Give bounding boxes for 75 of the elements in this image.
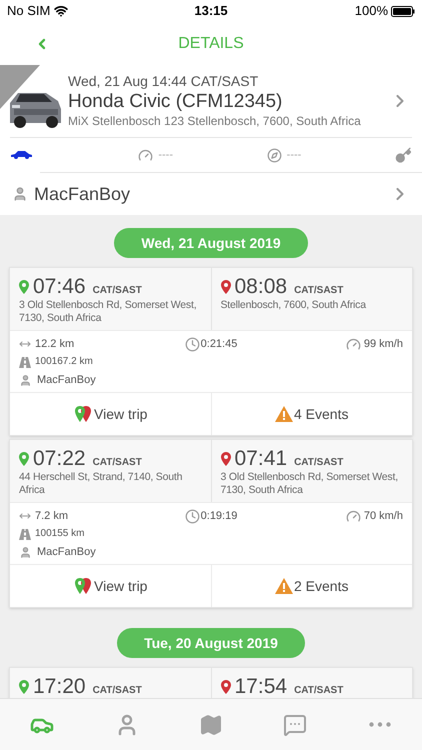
stat-value: ---- xyxy=(286,148,302,163)
trip-time: 17:20 xyxy=(33,676,86,698)
trip-address: 44 Herschell St, Strand, 7140, South Africa xyxy=(19,471,184,497)
trip-address: 3 Old Stellenbosch Rd, Somerset West, 7130, South Africa xyxy=(19,299,198,325)
warning-icon xyxy=(275,578,293,594)
trip-duration: 0:21:45 xyxy=(200,337,238,352)
trip-card[interactable]: 07:22 CAT/SAST 44 Herschell St, Strand, 7140, South Africa 07:41 CAT/SAST 3 Old Stellenbosch Rd, Somerset West, 7130, South Africa 7.2 km 0:19:19 70 km/h 100155 km MacFanBoy View trip 2 Events xyxy=(9,439,413,608)
vehicle-address: MiX Stellenbosch 123 Stellenbosch, 7600, South Africa xyxy=(68,113,362,129)
trip-time: 07:22 xyxy=(33,448,86,470)
clock-icon xyxy=(184,508,200,524)
vehicle-name: Honda Civic (CFM12345) xyxy=(68,90,284,113)
trip-duration: 0:19:19 xyxy=(200,509,238,524)
start-pin-icon xyxy=(19,452,29,466)
events-button[interactable]: 2 Events xyxy=(212,565,412,607)
trip-time: 07:41 xyxy=(234,448,288,470)
time-zone: CAT/SAST xyxy=(294,284,344,298)
start-pin-icon xyxy=(19,680,29,694)
route-pins-icon xyxy=(73,405,94,423)
road-icon xyxy=(19,528,31,540)
trip-time: 17:54 xyxy=(234,676,288,698)
driver-row[interactable]: MacFanBoy xyxy=(0,173,422,215)
trip-time: 08:08 xyxy=(234,276,288,298)
trip-card[interactable]: 17:20 CAT/SAST 17:54 CAT/SAST xyxy=(9,667,413,698)
view-trip-button[interactable]: View trip xyxy=(10,565,210,607)
date-header: Wed, 21 August 2019 xyxy=(114,228,308,258)
trip-address: Stellenbosch, 7600, South Africa xyxy=(220,299,368,312)
end-pin-icon xyxy=(220,680,230,694)
trip-distance: 12.2 km xyxy=(35,337,74,352)
start-pin-icon xyxy=(19,280,29,294)
time-zone: CAT/SAST xyxy=(92,456,142,470)
max-speed: 70 km/h xyxy=(364,509,403,524)
clock-time: 13:15 xyxy=(194,2,228,20)
speedometer-icon xyxy=(346,336,361,352)
compass-icon xyxy=(266,148,282,162)
time-zone: CAT/SAST xyxy=(294,684,344,698)
time-zone: CAT/SAST xyxy=(92,684,142,698)
trip-distance: 7.2 km xyxy=(35,509,68,524)
odometer-reading: 100155 km xyxy=(35,527,84,541)
max-speed: 99 km/h xyxy=(364,337,403,352)
trip-time: 07:46 xyxy=(33,276,86,298)
driver-icon xyxy=(19,374,32,386)
trip-address: 3 Old Stellenbosch Rd, Somerset West, 7130, South Africa xyxy=(220,471,399,497)
speedometer-icon xyxy=(346,508,361,524)
trip-driver: MacFanBoy xyxy=(37,545,96,560)
clock-icon xyxy=(184,336,200,352)
end-pin-icon xyxy=(220,452,230,466)
more-icon xyxy=(368,722,391,727)
time-zone: CAT/SAST xyxy=(92,284,142,298)
view-trip-button[interactable]: View trip xyxy=(10,393,210,435)
events-button[interactable]: 4 Events xyxy=(212,393,412,435)
map-icon xyxy=(198,712,223,736)
vehicle-row[interactable]: Wed, 21 Aug 14:44 CAT/SAST Honda Civic (CFM12345) MiX Stellenbosch 123 Stellenbosch, 7600, South Africa xyxy=(0,65,422,137)
chat-bubble-icon xyxy=(283,712,308,736)
wifi-icon xyxy=(54,4,68,18)
route-pins-icon xyxy=(73,577,94,595)
date-header: Tue, 20 August 2019 xyxy=(117,628,305,658)
driver-icon xyxy=(12,186,28,202)
carrier-label: No SIM xyxy=(7,2,50,20)
road-icon xyxy=(19,356,31,368)
trip-card[interactable]: 07:46 CAT/SAST 3 Old Stellenbosch Rd, Somerset West, 7130, South Africa 08:08 CAT/SAST Stellenbosch, 7600, South Africa 12.2 km 0:21:45 99 km/h 100167.2 km MacFanBoy View trip 4 Events xyxy=(9,267,413,436)
key-icon xyxy=(394,146,412,164)
warning-icon xyxy=(275,406,293,422)
end-pin-icon xyxy=(220,280,230,294)
trip-driver: MacFanBoy xyxy=(37,373,96,388)
time-zone: CAT/SAST xyxy=(294,456,344,470)
battery-percent: 100% xyxy=(354,2,388,20)
car-icon xyxy=(10,151,32,159)
battery-icon xyxy=(391,6,415,16)
vehicle-timestamp: Wed, 21 Aug 14:44 CAT/SAST xyxy=(68,73,260,90)
speedometer-icon xyxy=(138,148,154,162)
page-title: DETAILS xyxy=(178,34,244,54)
stat-value: ---- xyxy=(158,148,173,163)
driver-name: MacFanBoy xyxy=(34,182,132,206)
driver-icon xyxy=(19,546,32,558)
odometer-reading: 100167.2 km xyxy=(35,355,93,369)
